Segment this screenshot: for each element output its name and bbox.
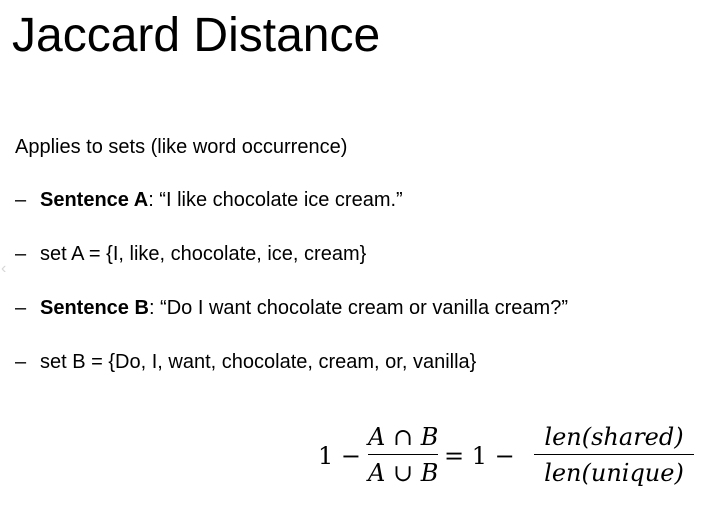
bullet-set-b: – set B = {Do, I, want, chocolate, cream,… bbox=[15, 350, 568, 404]
bullet-dash: – bbox=[15, 297, 27, 319]
bullet-dash: – bbox=[15, 243, 27, 265]
fraction-bar bbox=[368, 454, 438, 455]
fraction-numerator: A ∩ B bbox=[368, 423, 439, 451]
fraction-numerator: len(shared) bbox=[544, 423, 684, 451]
formula-equals-one-minus: = 1 − bbox=[444, 442, 515, 470]
slide: Jaccard Distance Applies to sets (like w… bbox=[0, 0, 723, 505]
formula-fraction-len: len(shared) len(unique) bbox=[534, 423, 694, 487]
bullet-bold-label: Sentence A bbox=[40, 189, 149, 211]
jaccard-formula: 1 − A ∩ B A ∪ B = 1 − len(shared) len(un… bbox=[318, 420, 698, 500]
bullet-dash: – bbox=[15, 351, 27, 373]
intro-text: Applies to sets (like word occurrence) bbox=[15, 136, 348, 158]
fraction-denominator: A ∪ B bbox=[368, 459, 439, 487]
slide-title: Jaccard Distance bbox=[12, 9, 381, 62]
bullet-dash: – bbox=[15, 189, 27, 211]
chevron-left-icon[interactable]: ‹ bbox=[1, 260, 6, 278]
fraction-bar bbox=[534, 454, 694, 455]
bullet-text: set A = {I, like, chocolate, ice, cream} bbox=[40, 243, 367, 265]
formula-fraction-sets: A ∩ B A ∪ B bbox=[368, 423, 438, 487]
formula-one-minus: 1 − bbox=[318, 442, 362, 470]
bullet-text: : “Do I want chocolate cream or vanilla … bbox=[148, 297, 568, 319]
bullet-bold-label: Sentence B bbox=[40, 297, 149, 319]
bullet-set-a: – set A = {I, like, chocolate, ice, cream… bbox=[15, 242, 568, 296]
bullet-sentence-b: – Sentence B: “Do I want chocolate cream … bbox=[15, 296, 568, 350]
bullet-list: – Sentence A: “I like chocolate ice cream… bbox=[15, 188, 568, 404]
bullet-text: : “I like chocolate ice cream.” bbox=[148, 189, 403, 211]
bullet-sentence-a: – Sentence A: “I like chocolate ice cream… bbox=[15, 188, 568, 242]
bullet-text: set B = {Do, I, want, chocolate, cream, … bbox=[40, 351, 477, 373]
fraction-denominator: len(unique) bbox=[544, 459, 684, 487]
